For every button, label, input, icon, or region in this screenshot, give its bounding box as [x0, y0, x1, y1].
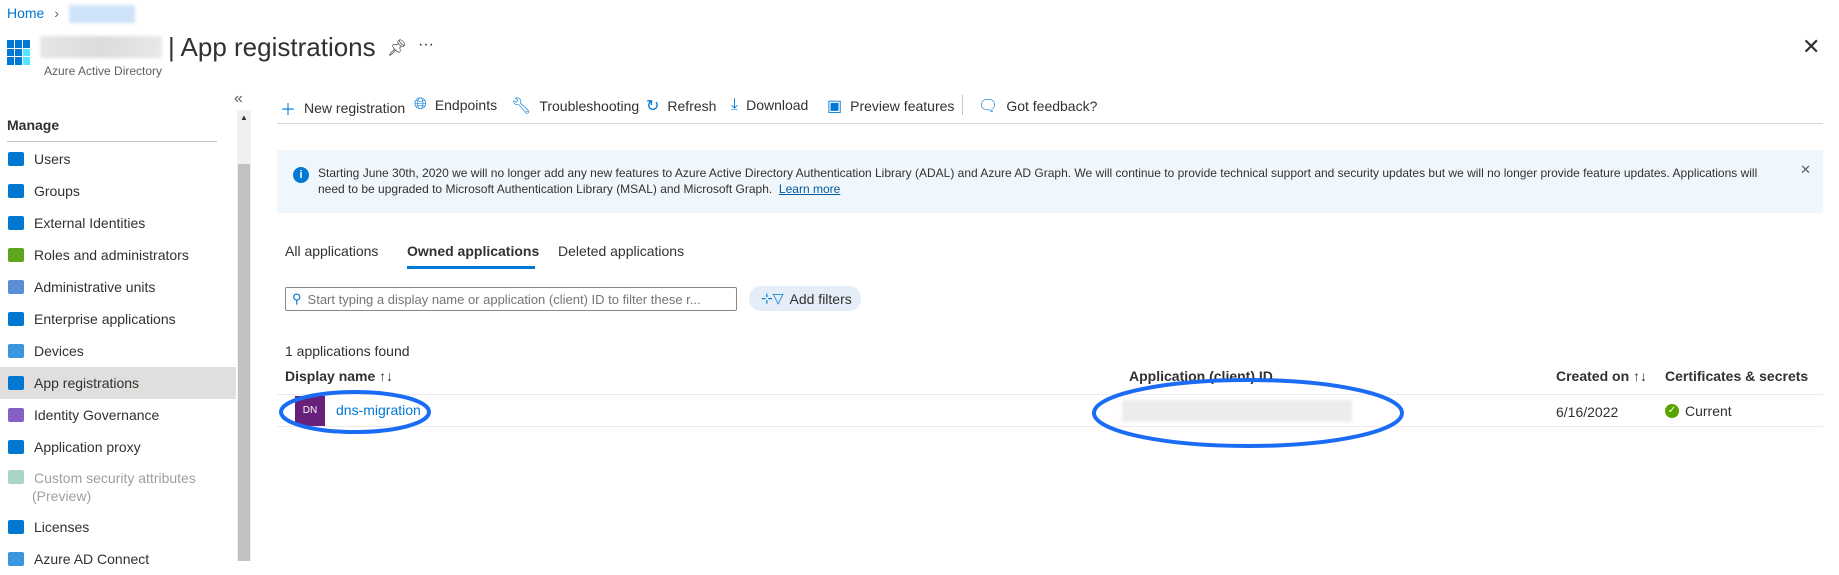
- annotation-ellipse-client-id: [1092, 378, 1404, 448]
- annotation-layer: [279, 378, 1404, 448]
- annotation-ellipse-name: [279, 390, 431, 434]
